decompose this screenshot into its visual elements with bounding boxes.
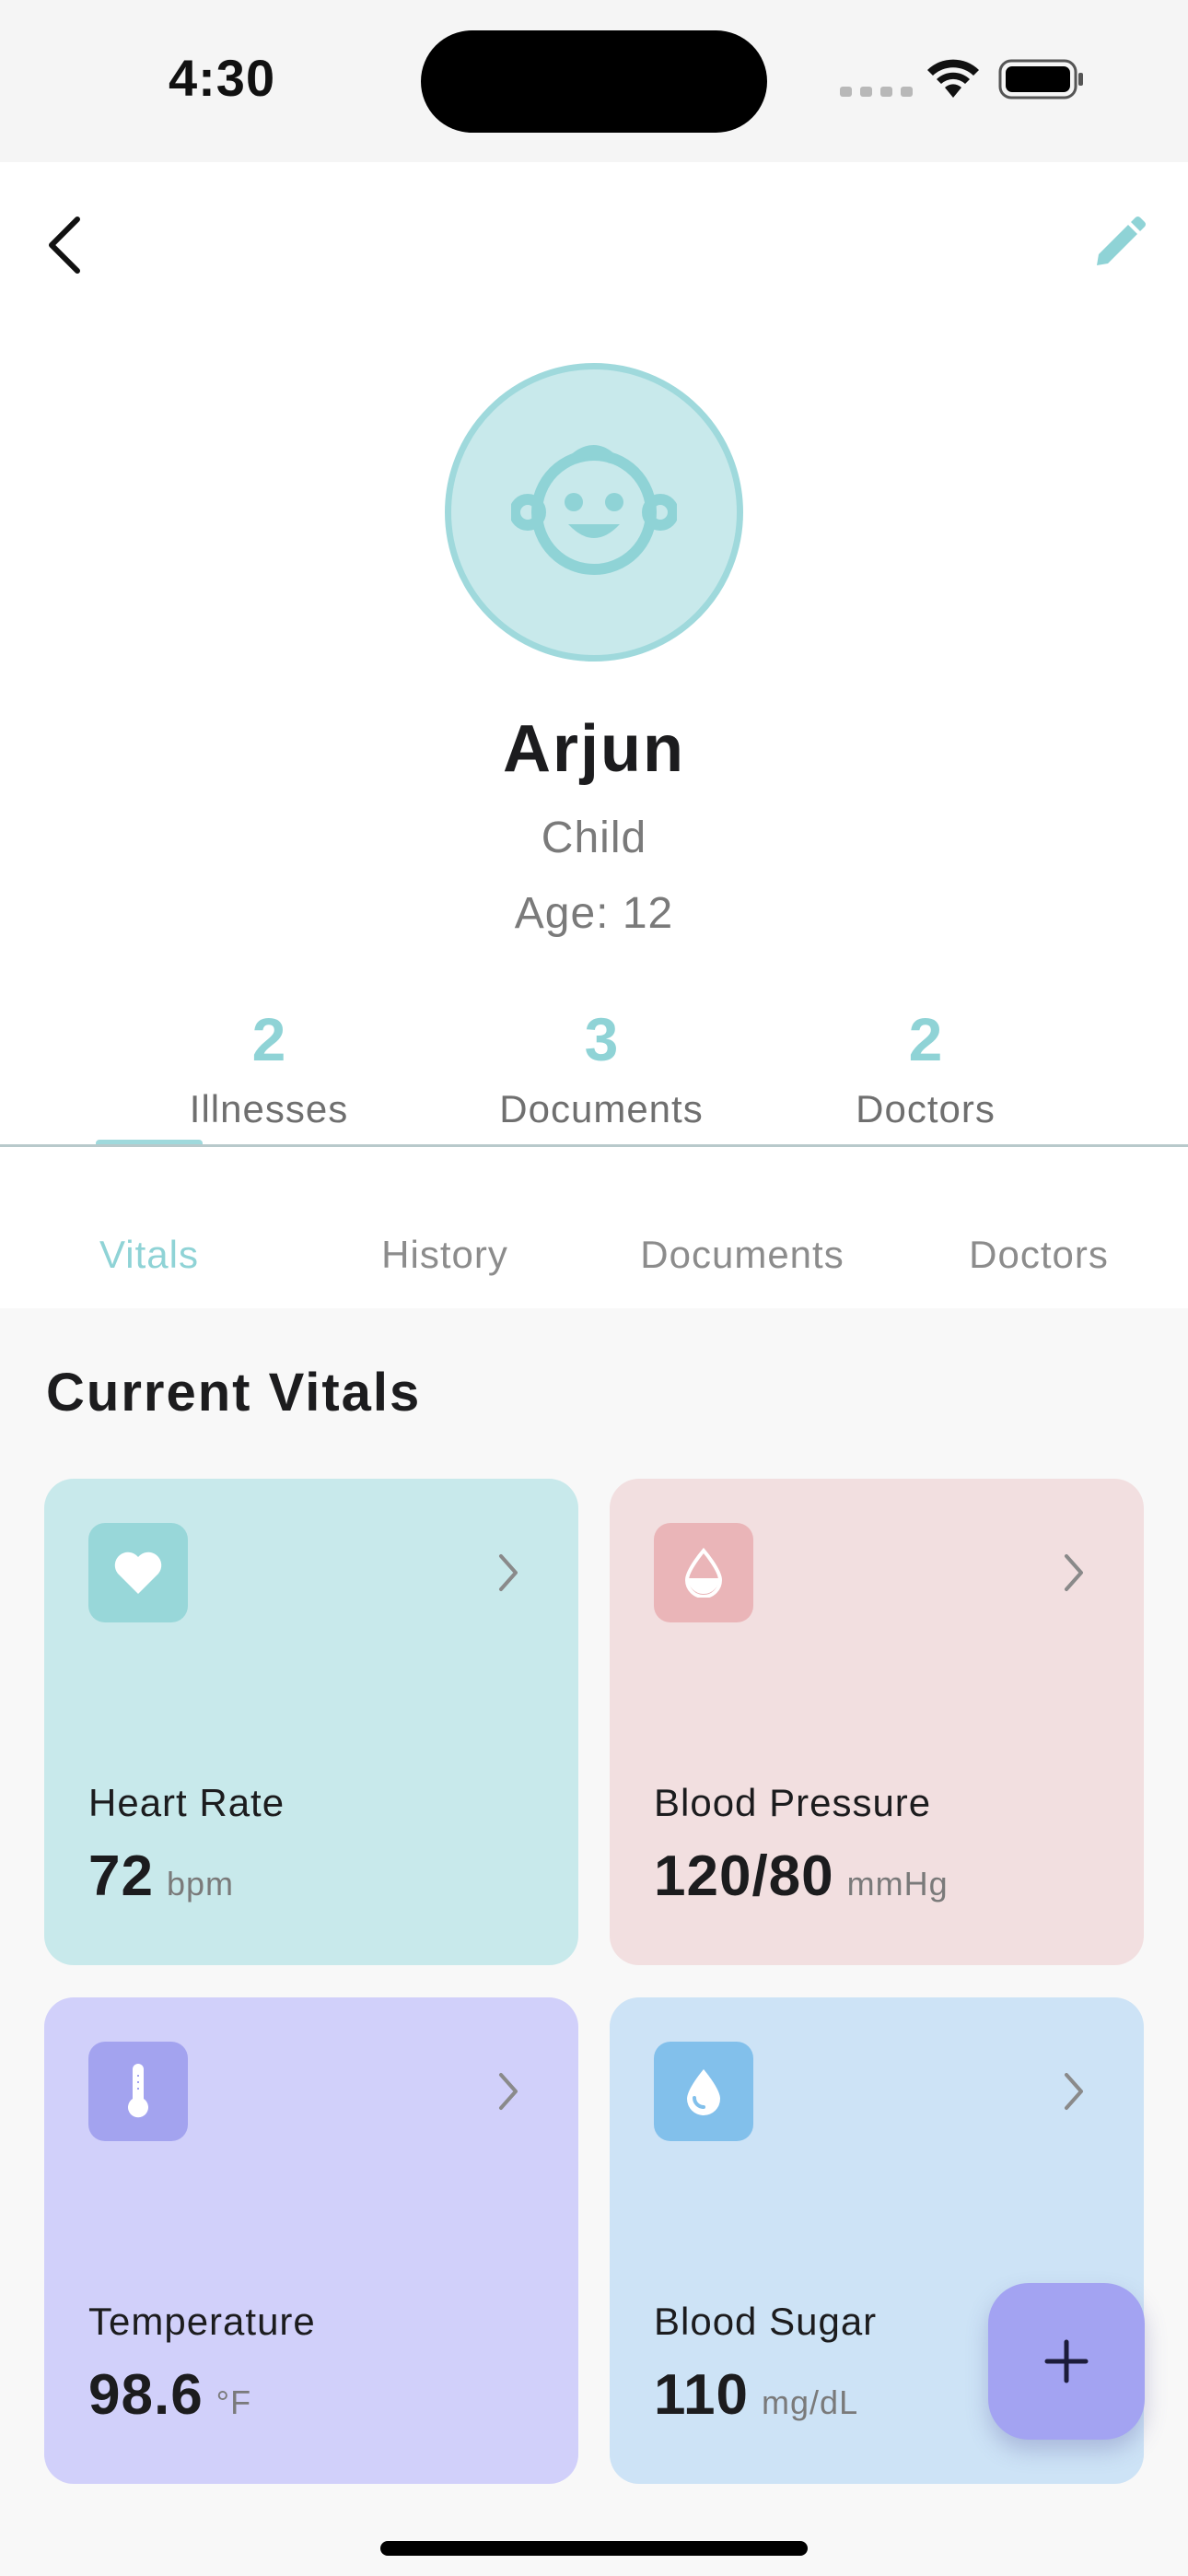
vital-card-blood-pressure[interactable]: Blood Pressure 120/80 mmHg <box>610 1479 1144 1965</box>
tab-history[interactable]: History <box>334 1201 555 1308</box>
stat-value: 2 <box>251 1005 286 1073</box>
chevron-right-icon <box>1065 2073 1083 2110</box>
battery-icon <box>998 59 1083 100</box>
add-vital-button[interactable] <box>988 2283 1145 2440</box>
vital-unit: bpm <box>166 1865 234 1903</box>
profile-relation: Child <box>541 814 647 862</box>
vital-label: Heart Rate <box>88 1781 285 1824</box>
stat-label: Documents <box>499 1087 704 1130</box>
vital-icon-box <box>654 1523 753 1622</box>
vital-value: 120/80 <box>654 1844 834 1908</box>
vital-value-row: 72 bpm <box>88 1844 234 1909</box>
stat-value: 3 <box>584 1005 619 1073</box>
drop-half-icon <box>684 1548 723 1598</box>
thermometer-icon <box>128 2064 148 2118</box>
vital-icon-box <box>654 2042 753 2141</box>
tab-bar: Vitals History Documents Doctors <box>0 1201 1188 1308</box>
tab-documents[interactable]: Documents <box>634 1201 851 1308</box>
status-time: 4:30 <box>169 49 276 107</box>
status-icons <box>840 53 1089 100</box>
vital-card-temperature[interactable]: Temperature 98.6 °F <box>44 1997 578 2484</box>
dynamic-island <box>421 30 767 133</box>
tab-vitals[interactable]: Vitals <box>37 1201 262 1308</box>
vital-label: Blood Sugar <box>654 2300 878 2343</box>
baby-face-icon <box>511 445 677 575</box>
stat-value: 2 <box>908 1005 943 1073</box>
stats-row: 2 Illnesses 3 Documents 2 Doctors <box>0 1004 1188 1161</box>
edit-button[interactable] <box>1082 206 1156 280</box>
tabs-divider <box>0 1144 1188 1147</box>
vital-value-row: 110 mg/dL <box>654 2362 858 2428</box>
profile-age: Age: 12 <box>514 889 674 938</box>
plus-icon <box>1044 2339 1089 2383</box>
chevron-left-icon <box>49 217 80 274</box>
vital-value: 98.6 <box>88 2363 204 2427</box>
vital-icon-box <box>88 2042 188 2141</box>
tab-doctors[interactable]: Doctors <box>928 1201 1149 1308</box>
vital-value-row: 98.6 °F <box>88 2362 251 2428</box>
back-button[interactable] <box>28 208 101 282</box>
chevron-right-icon <box>1065 1554 1083 1591</box>
chevron-right-icon <box>499 2073 518 2110</box>
profile-header: Arjun Child Age: 12 2 Illnesses 3 Docume… <box>0 162 1188 1308</box>
drop-icon <box>687 2069 720 2115</box>
vital-value-row: 120/80 mmHg <box>654 1844 949 1909</box>
wifi-icon <box>927 59 979 98</box>
stat-doctors[interactable]: 2 Doctors <box>787 1004 1064 1131</box>
vital-label: Blood Pressure <box>654 1781 932 1824</box>
section-title: Current Vitals <box>46 1363 422 1423</box>
vital-label: Temperature <box>88 2300 316 2343</box>
vital-unit: mg/dL <box>762 2383 859 2421</box>
stat-documents[interactable]: 3 Documents <box>463 1004 740 1131</box>
heart-icon <box>114 1551 162 1594</box>
pencil-icon <box>1097 217 1146 265</box>
avatar <box>445 363 743 662</box>
profile-name: Arjun <box>503 712 685 786</box>
signal-icon <box>840 87 913 97</box>
vital-card-heart-rate[interactable]: Heart Rate 72 bpm <box>44 1479 578 1965</box>
status-bar: 4:30 <box>0 0 1188 162</box>
home-indicator[interactable] <box>380 2541 808 2556</box>
stat-label: Illnesses <box>189 1087 349 1130</box>
vital-unit: °F <box>215 2383 252 2421</box>
stat-illnesses[interactable]: 2 Illnesses <box>131 1004 407 1131</box>
vital-icon-box <box>88 1523 188 1622</box>
vital-unit: mmHg <box>846 1865 949 1903</box>
vital-value: 110 <box>654 2363 750 2427</box>
chevron-right-icon <box>499 1554 518 1591</box>
stat-label: Doctors <box>856 1087 996 1130</box>
vital-value: 72 <box>88 1844 154 1908</box>
